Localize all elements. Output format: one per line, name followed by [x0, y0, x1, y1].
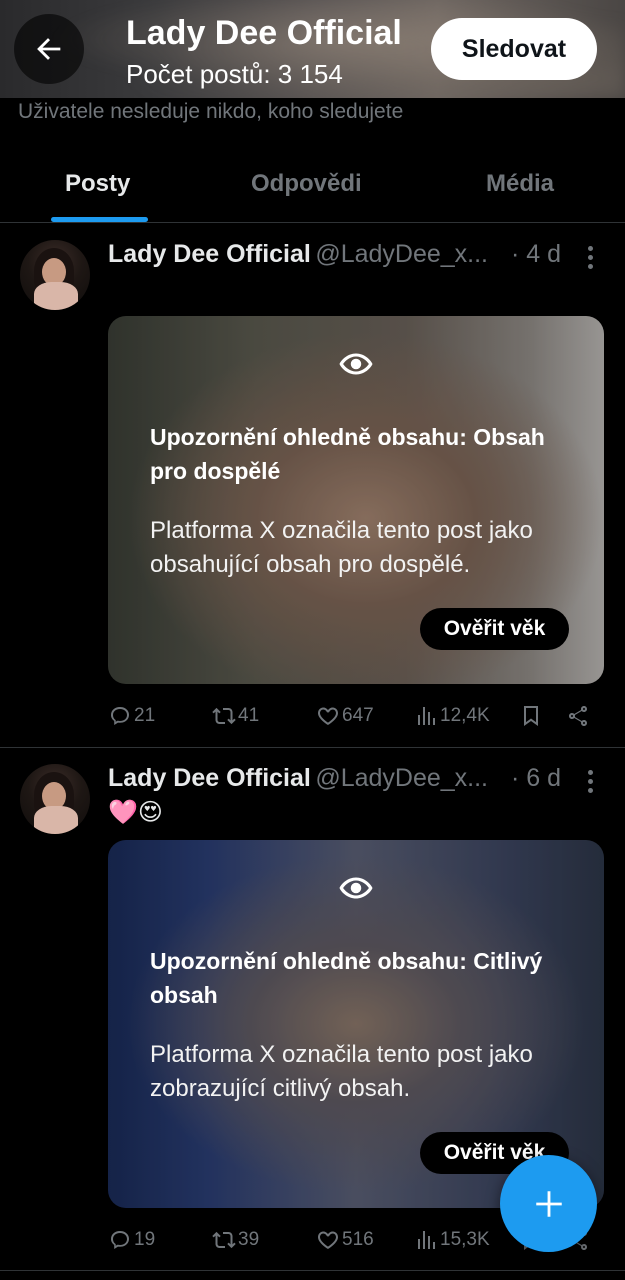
- like-button[interactable]: 647: [316, 700, 374, 732]
- reply-icon: [111, 707, 129, 725]
- sensitive-media[interactable]: Upozornění ohledně obsahu: Citlivý obsah…: [108, 840, 604, 1208]
- views-button[interactable]: 12,4K: [414, 700, 490, 732]
- reply-count: 21: [134, 705, 156, 726]
- views-count: 15,3K: [440, 1229, 490, 1250]
- tab-media[interactable]: Média: [486, 170, 554, 198]
- avatar[interactable]: [20, 764, 90, 834]
- repost-button[interactable]: 39: [212, 1224, 259, 1256]
- active-tab-indicator: [51, 217, 148, 222]
- compose-post-button[interactable]: [500, 1155, 597, 1252]
- heart-icon: [318, 707, 338, 725]
- share-icon: [569, 706, 587, 726]
- post-header: Lady Dee Official @LadyDee_x... · 4 d: [108, 240, 608, 270]
- plus-icon: [535, 1190, 562, 1217]
- post-text: 🩷😍: [108, 799, 163, 826]
- content-warning-title: Upozornění ohledně obsahu: Citlivý obsah: [150, 948, 543, 1008]
- like-button[interactable]: 516: [316, 1224, 374, 1256]
- eye-icon: [339, 877, 373, 899]
- post-divider: [0, 747, 625, 748]
- repost-icon: [212, 707, 236, 725]
- reply-button[interactable]: 21: [108, 700, 155, 732]
- sensitive-media[interactable]: Upozornění ohledně obsahu: Obsah pro dos…: [108, 316, 604, 684]
- more-options-icon[interactable]: [584, 246, 596, 272]
- profile-header: Lady Dee Official Počet postů: 3 154 Sle…: [0, 0, 625, 98]
- heart-icon: [318, 1231, 338, 1249]
- tab-replies[interactable]: Odpovědi: [251, 170, 362, 198]
- verify-age-button[interactable]: Ověřit věk: [420, 608, 569, 650]
- share-button[interactable]: [566, 700, 592, 732]
- reply-count: 19: [134, 1229, 156, 1250]
- author-handle[interactable]: @LadyDee_x...: [315, 240, 488, 268]
- content-warning-title: Upozornění ohledně obsahu: Obsah pro dos…: [150, 424, 545, 484]
- reply-icon: [111, 1231, 129, 1249]
- views-count: 12,4K: [440, 705, 490, 726]
- post-divider: [0, 1270, 625, 1271]
- repost-count: 41: [238, 705, 260, 726]
- repost-button[interactable]: 41: [212, 700, 259, 732]
- repost-count: 39: [238, 1229, 260, 1250]
- like-count: 516: [342, 1229, 374, 1250]
- profile-tabs: Posty Odpovědi Média: [0, 150, 625, 223]
- like-count: 647: [342, 705, 374, 726]
- bookmark-button[interactable]: [519, 700, 545, 732]
- repost-icon: [212, 1231, 236, 1249]
- profile-title: Lady Dee Official: [126, 14, 402, 52]
- follow-button[interactable]: Sledovat: [431, 18, 597, 80]
- views-button[interactable]: 15,3K: [414, 1224, 490, 1256]
- avatar[interactable]: [20, 240, 90, 310]
- author-name[interactable]: Lady Dee Official: [108, 240, 311, 268]
- content-warning-text: Platforma X označila tento post jako obs…: [150, 517, 533, 578]
- post-time[interactable]: · 4 d: [511, 240, 561, 269]
- bookmark-icon: [524, 706, 538, 726]
- author-name[interactable]: Lady Dee Official: [108, 764, 311, 792]
- eye-icon: [339, 353, 373, 375]
- more-options-icon[interactable]: [584, 770, 596, 796]
- followers-you-know-note: Uživatele nesleduje nikdo, koho sledujet…: [18, 100, 404, 123]
- back-button[interactable]: [14, 14, 84, 84]
- post-count: Počet postů: 3 154: [126, 59, 343, 89]
- views-chart-icon: [418, 1231, 435, 1249]
- author-handle[interactable]: @LadyDee_x...: [315, 764, 488, 792]
- arrow-left-icon: [37, 38, 61, 60]
- tab-posts[interactable]: Posty: [65, 170, 130, 198]
- content-warning-text: Platforma X označila tento post jako zob…: [150, 1041, 533, 1102]
- post-time[interactable]: · 6 d: [511, 764, 561, 793]
- views-chart-icon: [418, 707, 435, 725]
- reply-button[interactable]: 19: [108, 1224, 155, 1256]
- post-actions: 21 41 647 12,4K: [108, 700, 608, 732]
- post-header: Lady Dee Official @LadyDee_x... · 6 d: [108, 764, 608, 794]
